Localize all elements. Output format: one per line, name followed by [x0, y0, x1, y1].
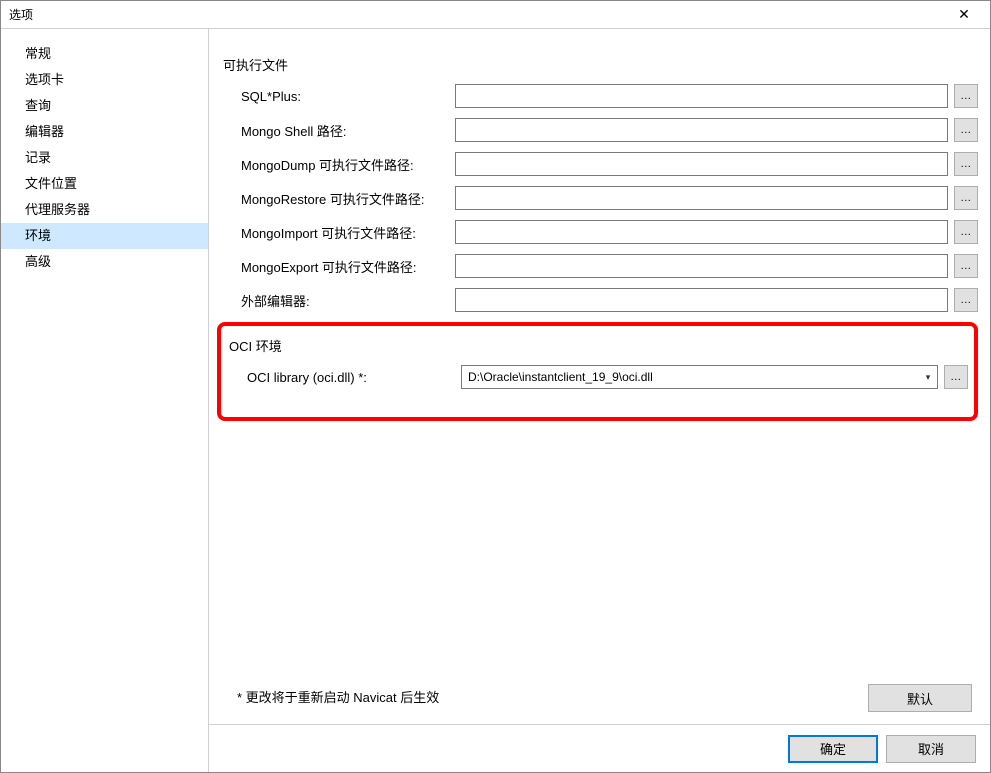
executable-row-3: MongoRestore 可执行文件路径:... [223, 186, 978, 210]
titlebar: 选项 ✕ [1, 1, 990, 29]
cancel-button[interactable]: 取消 [886, 735, 976, 763]
executable-row-5: MongoExport 可执行文件路径:... [223, 254, 978, 278]
ok-button[interactable]: 确定 [788, 735, 878, 763]
sidebar-item-7[interactable]: 环境 [1, 223, 208, 249]
default-button[interactable]: 默认 [868, 684, 972, 712]
executables-section-title: 可执行文件 [223, 55, 978, 74]
executable-label-0: SQL*Plus: [223, 89, 455, 104]
restart-note: * 更改将于重新启动 Navicat 后生效 [237, 687, 439, 706]
chevron-down-icon[interactable]: ▾ [919, 366, 937, 388]
window-title: 选项 [9, 6, 944, 23]
executable-input-1[interactable] [455, 118, 948, 142]
executable-label-4: MongoImport 可执行文件路径: [223, 223, 455, 242]
main-panel: 可执行文件 SQL*Plus:...Mongo Shell 路径:...Mong… [209, 29, 990, 772]
sidebar-item-0[interactable]: 常规 [1, 41, 208, 67]
oci-library-row: OCI library (oci.dll) *: D:\Oracle\insta… [229, 365, 968, 389]
sidebar-item-6[interactable]: 代理服务器 [1, 197, 208, 223]
executable-input-4[interactable] [455, 220, 948, 244]
executable-label-6: 外部编辑器: [223, 291, 455, 310]
executable-row-2: MongoDump 可执行文件路径:... [223, 152, 978, 176]
oci-section-title: OCI 环境 [229, 336, 968, 355]
executable-browse-1[interactable]: ... [954, 118, 978, 142]
sidebar-item-2[interactable]: 查询 [1, 93, 208, 119]
bottom-bar: 确定 取消 [209, 724, 990, 772]
executable-label-2: MongoDump 可执行文件路径: [223, 155, 455, 174]
oci-library-label: OCI library (oci.dll) *: [229, 370, 461, 385]
oci-library-combo[interactable]: D:\Oracle\instantclient_19_9\oci.dll ▾ [461, 365, 938, 389]
sidebar-item-8[interactable]: 高级 [1, 249, 208, 275]
executable-label-3: MongoRestore 可执行文件路径: [223, 189, 455, 208]
executable-input-6[interactable] [455, 288, 948, 312]
oci-browse-button[interactable]: ... [944, 365, 968, 389]
sidebar-item-5[interactable]: 文件位置 [1, 171, 208, 197]
executable-browse-4[interactable]: ... [954, 220, 978, 244]
sidebar-item-4[interactable]: 记录 [1, 145, 208, 171]
executable-row-4: MongoImport 可执行文件路径:... [223, 220, 978, 244]
executable-input-3[interactable] [455, 186, 948, 210]
executable-browse-5[interactable]: ... [954, 254, 978, 278]
oci-highlight-box: OCI 环境 OCI library (oci.dll) *: D:\Oracl… [217, 322, 978, 421]
sidebar: 常规选项卡查询编辑器记录文件位置代理服务器环境高级 [1, 29, 209, 772]
executable-label-5: MongoExport 可执行文件路径: [223, 257, 455, 276]
sidebar-item-1[interactable]: 选项卡 [1, 67, 208, 93]
oci-library-value: D:\Oracle\instantclient_19_9\oci.dll [462, 370, 919, 384]
executable-browse-2[interactable]: ... [954, 152, 978, 176]
executable-input-2[interactable] [455, 152, 948, 176]
executable-browse-6[interactable]: ... [954, 288, 978, 312]
options-window: 选项 ✕ 常规选项卡查询编辑器记录文件位置代理服务器环境高级 可执行文件 SQL… [0, 0, 991, 773]
executable-input-0[interactable] [455, 84, 948, 108]
executable-label-1: Mongo Shell 路径: [223, 121, 455, 140]
executable-browse-3[interactable]: ... [954, 186, 978, 210]
sidebar-item-3[interactable]: 编辑器 [1, 119, 208, 145]
executable-browse-0[interactable]: ... [954, 84, 978, 108]
close-button[interactable]: ✕ [944, 4, 984, 26]
executable-row-6: 外部编辑器:... [223, 288, 978, 312]
executable-input-5[interactable] [455, 254, 948, 278]
executable-row-0: SQL*Plus:... [223, 84, 978, 108]
executable-row-1: Mongo Shell 路径:... [223, 118, 978, 142]
